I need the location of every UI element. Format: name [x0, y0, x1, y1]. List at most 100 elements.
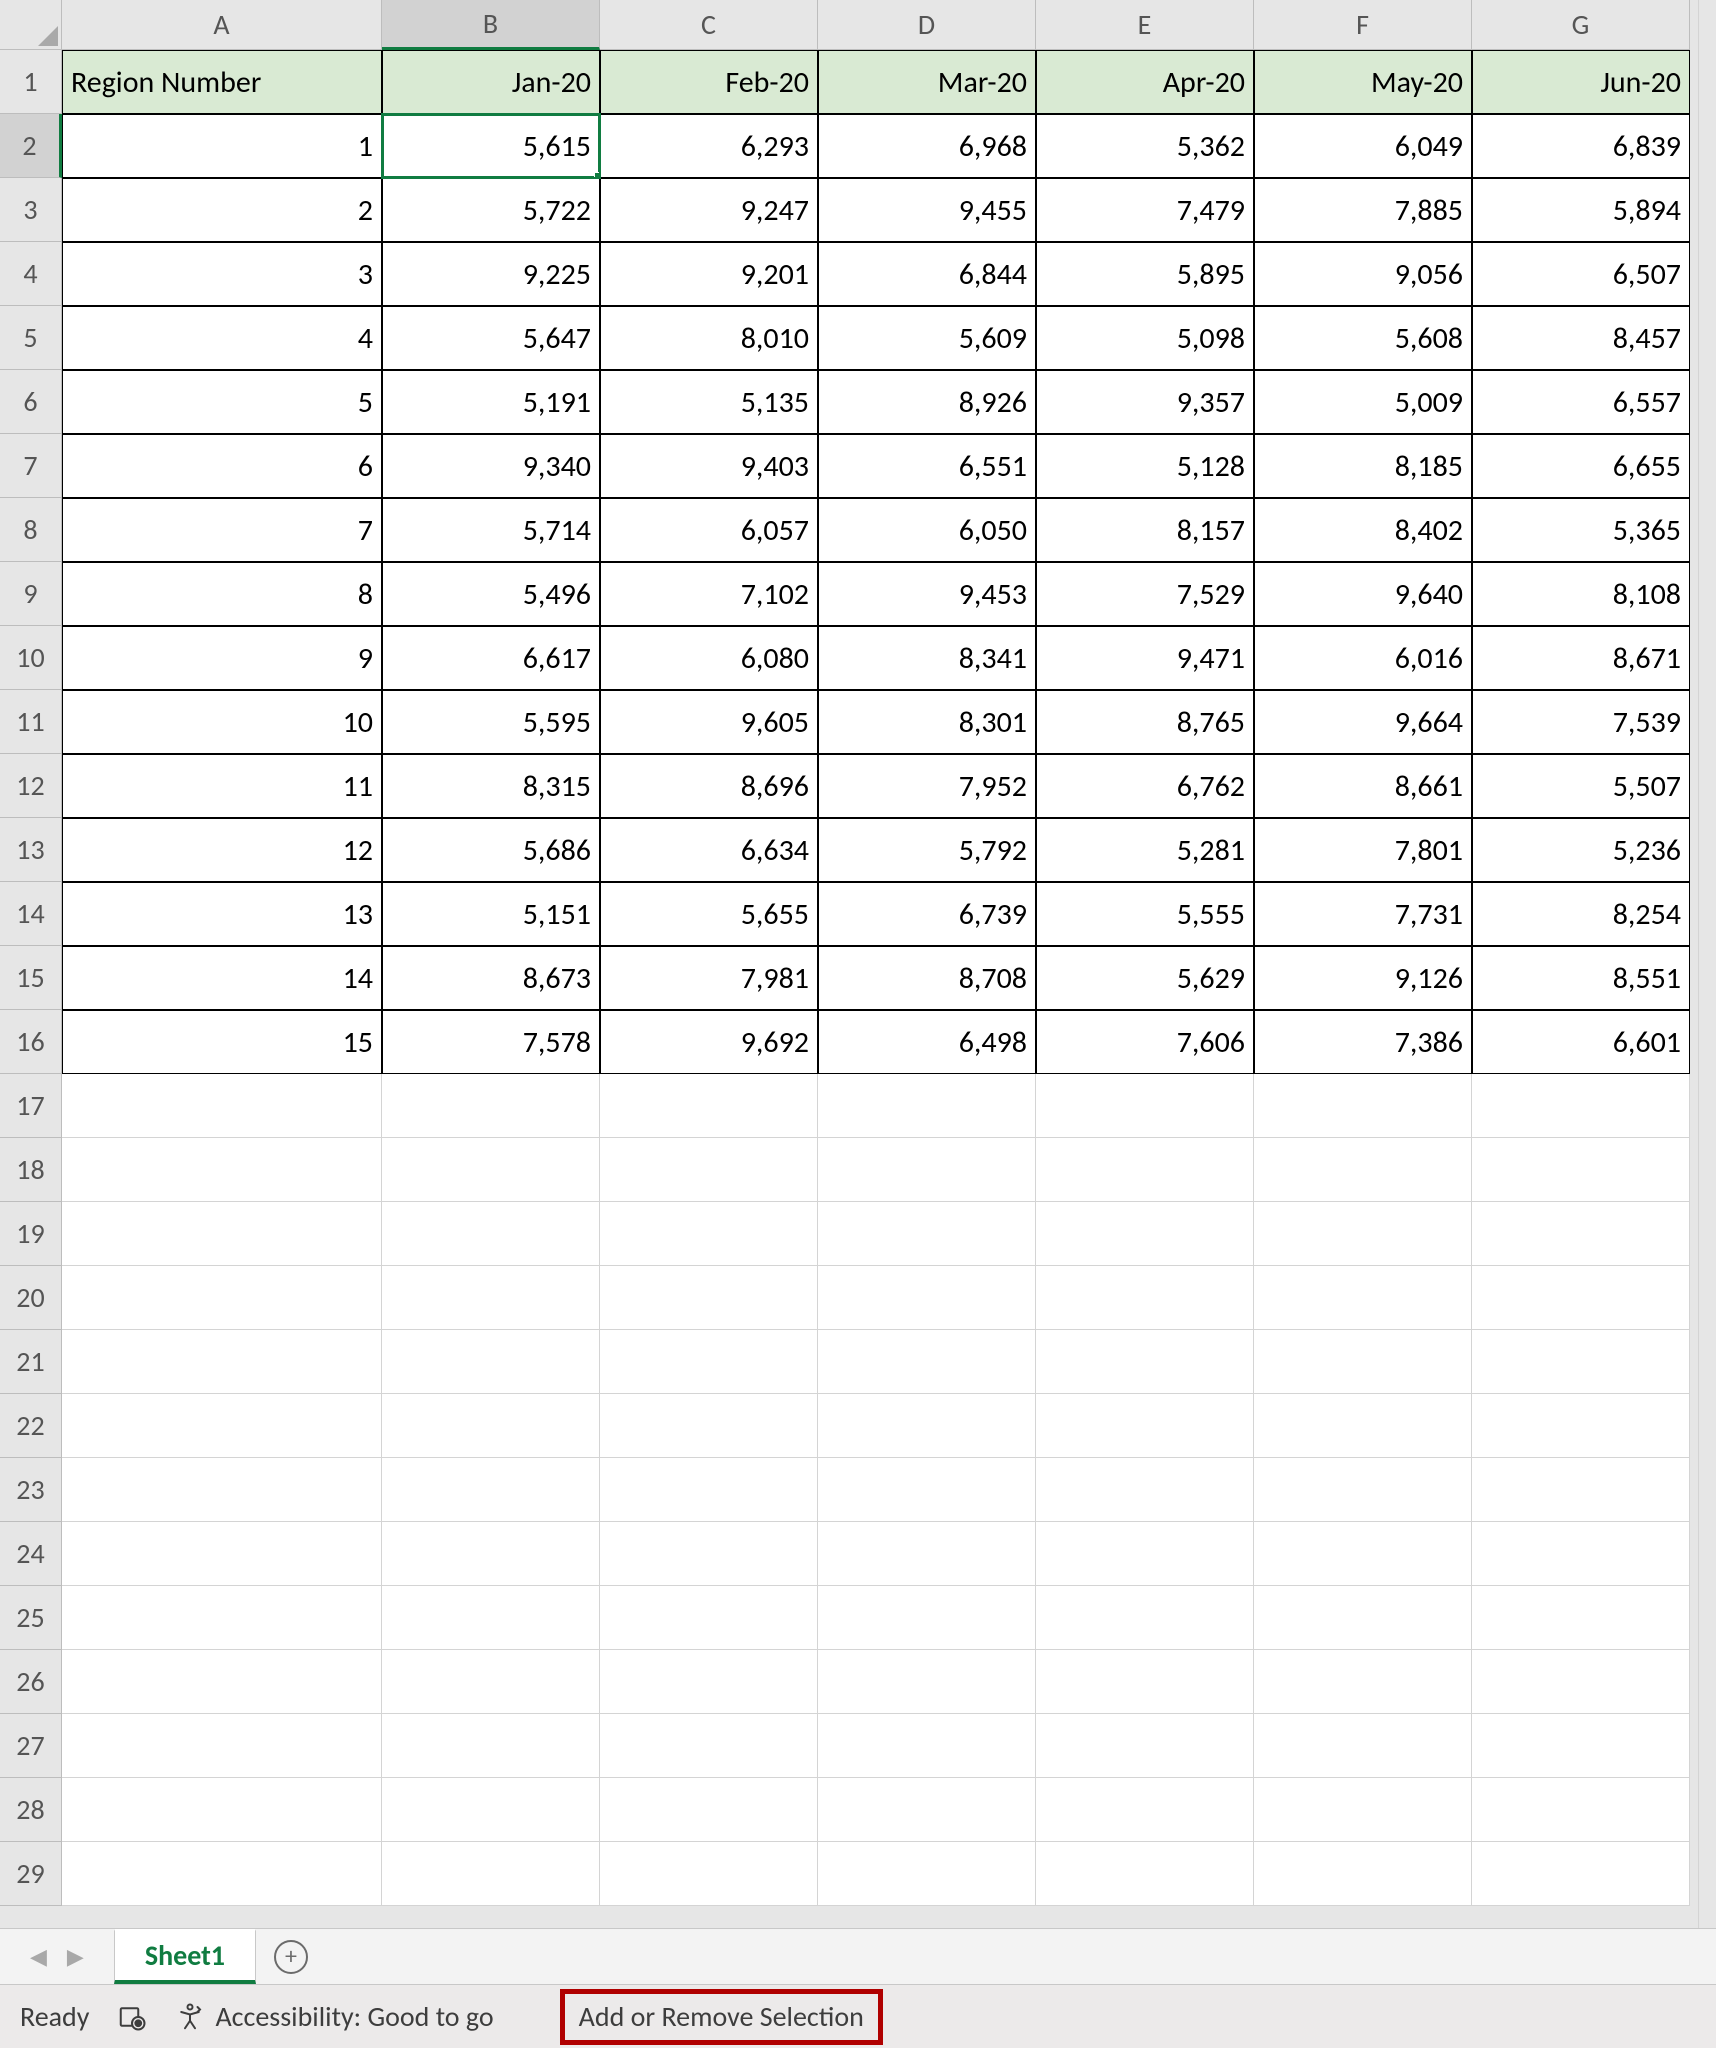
- empty-cell[interactable]: [1254, 1650, 1472, 1714]
- data-cell[interactable]: 5,009: [1254, 370, 1472, 434]
- macro-record-icon[interactable]: [117, 2002, 147, 2032]
- row-header-3[interactable]: 3: [0, 178, 62, 242]
- data-cell[interactable]: 9,453: [818, 562, 1036, 626]
- empty-cell[interactable]: [382, 1330, 600, 1394]
- data-cell[interactable]: 5,496: [382, 562, 600, 626]
- data-cell[interactable]: 8,254: [1472, 882, 1690, 946]
- empty-cell[interactable]: [1472, 1586, 1690, 1650]
- data-cell[interactable]: 9,455: [818, 178, 1036, 242]
- empty-cell[interactable]: [1472, 1266, 1690, 1330]
- data-cell[interactable]: 9,664: [1254, 690, 1472, 754]
- empty-cell[interactable]: [1036, 1394, 1254, 1458]
- data-cell[interactable]: 6,739: [818, 882, 1036, 946]
- empty-cell[interactable]: [1254, 1202, 1472, 1266]
- empty-cell[interactable]: [600, 1266, 818, 1330]
- data-cell[interactable]: 5,792: [818, 818, 1036, 882]
- empty-cell[interactable]: [1036, 1842, 1254, 1906]
- empty-cell[interactable]: [62, 1330, 382, 1394]
- data-cell[interactable]: 5,128: [1036, 434, 1254, 498]
- data-cell[interactable]: 6,557: [1472, 370, 1690, 434]
- empty-cell[interactable]: [62, 1074, 382, 1138]
- data-cell[interactable]: 5,615: [382, 114, 600, 178]
- data-cell[interactable]: 6,016: [1254, 626, 1472, 690]
- empty-cell[interactable]: [1472, 1522, 1690, 1586]
- data-cell[interactable]: 5,894: [1472, 178, 1690, 242]
- empty-cell[interactable]: [600, 1202, 818, 1266]
- column-header-D[interactable]: D: [818, 0, 1036, 50]
- data-cell[interactable]: 8,765: [1036, 690, 1254, 754]
- empty-cell[interactable]: [62, 1266, 382, 1330]
- data-cell[interactable]: 9,471: [1036, 626, 1254, 690]
- column-header-E[interactable]: E: [1036, 0, 1254, 50]
- data-cell[interactable]: 6,049: [1254, 114, 1472, 178]
- row-header-18[interactable]: 18: [0, 1138, 62, 1202]
- empty-cell[interactable]: [1472, 1458, 1690, 1522]
- column-header-B[interactable]: B: [382, 0, 600, 50]
- empty-cell[interactable]: [382, 1522, 600, 1586]
- data-cell[interactable]: 6,634: [600, 818, 818, 882]
- data-cell[interactable]: 8,157: [1036, 498, 1254, 562]
- data-cell[interactable]: 9,056: [1254, 242, 1472, 306]
- data-cell[interactable]: 5,686: [382, 818, 600, 882]
- column-header-G[interactable]: G: [1472, 0, 1690, 50]
- data-cell[interactable]: 6,293: [600, 114, 818, 178]
- data-cell[interactable]: 9: [62, 626, 382, 690]
- row-header-23[interactable]: 23: [0, 1458, 62, 1522]
- empty-cell[interactable]: [382, 1714, 600, 1778]
- data-cell[interactable]: 8,301: [818, 690, 1036, 754]
- row-header-11[interactable]: 11: [0, 690, 62, 754]
- empty-cell[interactable]: [818, 1394, 1036, 1458]
- data-cell[interactable]: 2: [62, 178, 382, 242]
- row-header-27[interactable]: 27: [0, 1714, 62, 1778]
- empty-cell[interactable]: [1036, 1330, 1254, 1394]
- empty-cell[interactable]: [1472, 1330, 1690, 1394]
- row-header-4[interactable]: 4: [0, 242, 62, 306]
- empty-cell[interactable]: [62, 1522, 382, 1586]
- table-header-cell[interactable]: Jun-20: [1472, 50, 1690, 114]
- data-cell[interactable]: 5,098: [1036, 306, 1254, 370]
- tab-prev-icon[interactable]: ◀: [30, 1943, 47, 1970]
- row-header-28[interactable]: 28: [0, 1778, 62, 1842]
- empty-cell[interactable]: [818, 1138, 1036, 1202]
- data-cell[interactable]: 7,731: [1254, 882, 1472, 946]
- data-cell[interactable]: 5,191: [382, 370, 600, 434]
- empty-cell[interactable]: [1254, 1714, 1472, 1778]
- data-cell[interactable]: 8,315: [382, 754, 600, 818]
- data-cell[interactable]: 6,655: [1472, 434, 1690, 498]
- empty-cell[interactable]: [62, 1458, 382, 1522]
- data-cell[interactable]: 5,895: [1036, 242, 1254, 306]
- empty-cell[interactable]: [818, 1714, 1036, 1778]
- data-cell[interactable]: 5,609: [818, 306, 1036, 370]
- row-header-19[interactable]: 19: [0, 1202, 62, 1266]
- data-cell[interactable]: 7,952: [818, 754, 1036, 818]
- empty-cell[interactable]: [1254, 1330, 1472, 1394]
- empty-cell[interactable]: [1036, 1714, 1254, 1778]
- data-cell[interactable]: 6,601: [1472, 1010, 1690, 1074]
- table-header-cell[interactable]: Region Number: [62, 50, 382, 114]
- empty-cell[interactable]: [1254, 1842, 1472, 1906]
- table-header-cell[interactable]: Jan-20: [382, 50, 600, 114]
- empty-cell[interactable]: [1472, 1842, 1690, 1906]
- data-cell[interactable]: 8,185: [1254, 434, 1472, 498]
- data-cell[interactable]: 7,529: [1036, 562, 1254, 626]
- empty-cell[interactable]: [382, 1842, 600, 1906]
- data-cell[interactable]: 8,696: [600, 754, 818, 818]
- empty-cell[interactable]: [818, 1202, 1036, 1266]
- row-header-12[interactable]: 12: [0, 754, 62, 818]
- empty-cell[interactable]: [1472, 1714, 1690, 1778]
- empty-cell[interactable]: [1254, 1266, 1472, 1330]
- empty-cell[interactable]: [382, 1586, 600, 1650]
- empty-cell[interactable]: [600, 1778, 818, 1842]
- empty-cell[interactable]: [1254, 1778, 1472, 1842]
- empty-cell[interactable]: [62, 1650, 382, 1714]
- data-cell[interactable]: 9,605: [600, 690, 818, 754]
- data-cell[interactable]: 5,236: [1472, 818, 1690, 882]
- data-cell[interactable]: 8,661: [1254, 754, 1472, 818]
- tab-next-icon[interactable]: ▶: [67, 1943, 84, 1970]
- table-header-cell[interactable]: Feb-20: [600, 50, 818, 114]
- empty-cell[interactable]: [1254, 1458, 1472, 1522]
- empty-cell[interactable]: [62, 1714, 382, 1778]
- column-header-F[interactable]: F: [1254, 0, 1472, 50]
- data-cell[interactable]: 9,340: [382, 434, 600, 498]
- data-cell[interactable]: 5,362: [1036, 114, 1254, 178]
